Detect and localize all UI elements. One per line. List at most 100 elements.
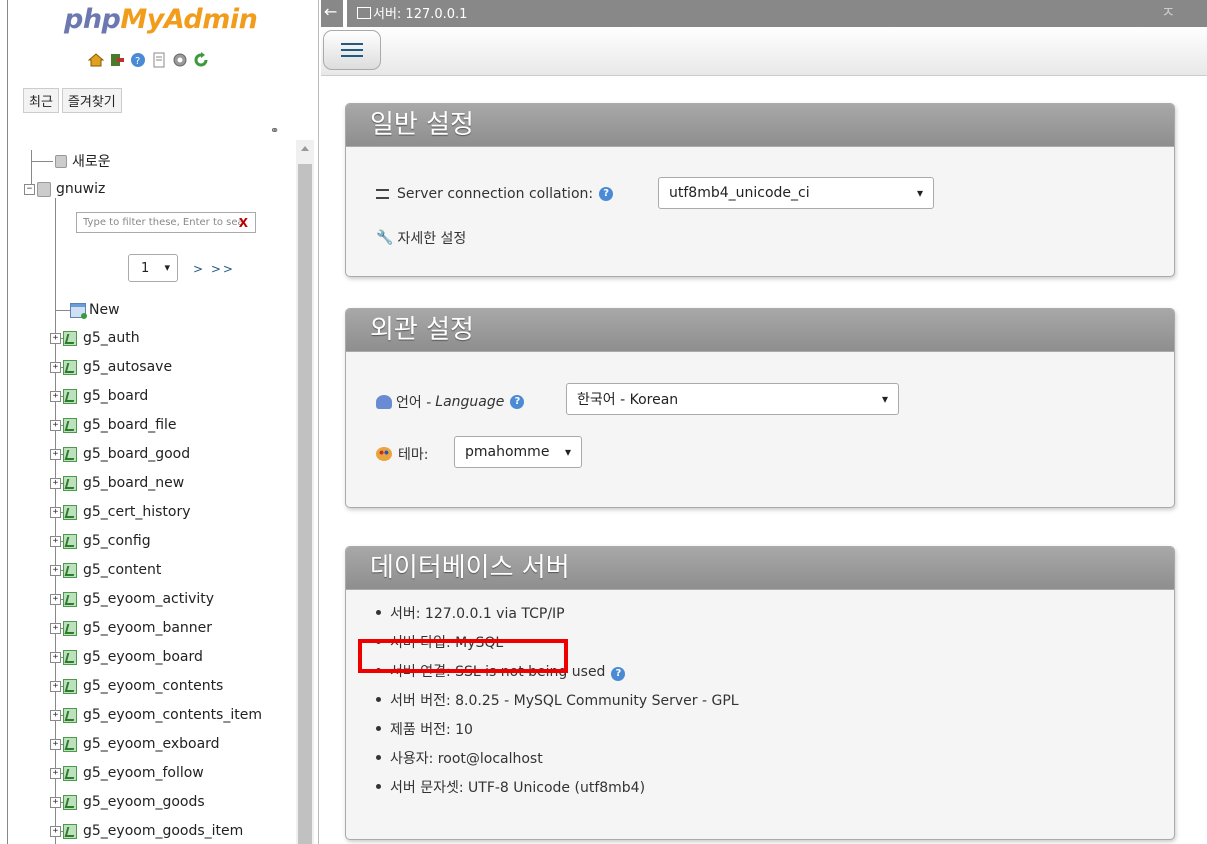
table-row[interactable]: + g5_eyoom_follow: [50, 762, 204, 784]
expand-icon[interactable]: +: [50, 390, 61, 402]
table-structure-icon[interactable]: [63, 533, 77, 549]
table-row[interactable]: + g5_eyoom_goods_item: [50, 820, 243, 842]
table-row[interactable]: + g5_autosave: [50, 356, 172, 378]
expand-icon[interactable]: +: [50, 651, 61, 663]
help-icon[interactable]: ?: [611, 667, 626, 681]
page-select[interactable]: 1 ▾: [128, 254, 178, 282]
table-name[interactable]: g5_eyoom_activity: [83, 591, 214, 607]
table-name[interactable]: g5_eyoom_contents: [83, 678, 223, 694]
expand-icon[interactable]: +: [50, 593, 61, 605]
next-page-links[interactable]: > >>: [193, 262, 235, 276]
table-name[interactable]: g5_eyoom_goods: [83, 794, 205, 810]
table-row[interactable]: + g5_eyoom_contents: [50, 675, 223, 697]
nav-scrollbar[interactable]: [296, 140, 314, 844]
scroll-up-icon[interactable]: [301, 146, 309, 151]
table-structure-icon[interactable]: [63, 823, 77, 839]
table-name[interactable]: g5_board_new: [83, 475, 184, 491]
expand-icon[interactable]: +: [50, 825, 61, 837]
table-name[interactable]: g5_eyoom_banner: [83, 620, 212, 636]
table-structure-icon[interactable]: [63, 359, 77, 375]
theme-select[interactable]: pmahomme ▾: [454, 436, 582, 468]
table-name[interactable]: g5_eyoom_follow: [83, 765, 204, 781]
tree-item-new-table[interactable]: New: [70, 299, 120, 321]
collapse-top-icon[interactable]: ㅈ: [1161, 1, 1175, 22]
expand-icon[interactable]: +: [50, 361, 61, 373]
table-row[interactable]: + g5_eyoom_contents_item: [50, 704, 262, 726]
favorite-tables-button[interactable]: 즐겨찾기: [61, 88, 122, 113]
expand-icon[interactable]: +: [50, 767, 61, 779]
collapse-icon[interactable]: −: [24, 183, 35, 195]
table-row[interactable]: + g5_board_new: [50, 472, 184, 494]
expand-icon[interactable]: +: [50, 448, 61, 460]
table-name[interactable]: g5_eyoom_exboard: [83, 736, 220, 752]
recent-tables-button[interactable]: 최근: [23, 88, 59, 113]
expand-icon[interactable]: +: [50, 738, 61, 750]
table-row[interactable]: + g5_eyoom_activity: [50, 588, 214, 610]
table-name[interactable]: g5_auth: [83, 330, 140, 346]
table-row[interactable]: + g5_board: [50, 385, 148, 407]
table-name[interactable]: g5_config: [83, 533, 151, 549]
table-row[interactable]: + g5_content: [50, 559, 161, 581]
table-name[interactable]: g5_autosave: [83, 359, 172, 375]
table-row[interactable]: + g5_cert_history: [50, 501, 191, 523]
back-arrow-icon[interactable]: ←: [324, 2, 337, 21]
more-settings-link[interactable]: 🔧 자세한 설정: [376, 228, 466, 248]
table-structure-icon[interactable]: [63, 736, 77, 752]
table-structure-icon[interactable]: [63, 765, 77, 781]
table-structure-icon[interactable]: [63, 562, 77, 578]
language-select[interactable]: 한국어 - Korean ▾: [566, 383, 899, 415]
docs-icon[interactable]: [151, 52, 167, 68]
hamburger-menu-button[interactable]: [323, 30, 381, 70]
home-icon[interactable]: [87, 52, 105, 68]
table-structure-icon[interactable]: [63, 591, 77, 607]
tree-item-new-database[interactable]: 새로운: [55, 150, 111, 172]
table-row[interactable]: + g5_eyoom_board: [50, 646, 203, 668]
table-structure-icon[interactable]: [63, 330, 77, 346]
table-name[interactable]: g5_eyoom_contents_item: [83, 707, 262, 723]
table-name[interactable]: g5_eyoom_board: [83, 649, 203, 665]
table-structure-icon[interactable]: [63, 794, 77, 810]
table-structure-icon[interactable]: [63, 504, 77, 520]
scrollbar-thumb[interactable]: [298, 164, 312, 844]
table-row[interactable]: + g5_auth: [50, 327, 140, 349]
phpmyadmin-logo[interactable]: phpMyAdmin: [64, 4, 258, 35]
expand-icon[interactable]: +: [50, 564, 61, 576]
table-structure-icon[interactable]: [63, 446, 77, 462]
table-name[interactable]: g5_content: [83, 562, 161, 578]
table-structure-icon[interactable]: [63, 475, 77, 491]
logout-icon[interactable]: [109, 52, 125, 68]
table-row[interactable]: + g5_eyoom_banner: [50, 617, 212, 639]
collation-select[interactable]: utf8mb4_unicode_ci ▾: [658, 177, 934, 209]
expand-icon[interactable]: +: [50, 796, 61, 808]
table-filter-input[interactable]: Type to filter these, Enter to search al…: [76, 212, 256, 233]
table-name[interactable]: g5_board: [83, 388, 148, 404]
table-structure-icon[interactable]: [63, 417, 77, 433]
help-icon[interactable]: ?: [599, 187, 614, 201]
help-icon[interactable]: ?: [510, 395, 525, 409]
table-name[interactable]: g5_board_good: [83, 446, 190, 462]
expand-icon[interactable]: +: [50, 506, 61, 518]
expand-icon[interactable]: +: [50, 680, 61, 692]
table-name[interactable]: g5_cert_history: [83, 504, 191, 520]
breadcrumb-server[interactable]: 서버: 127.0.0.1: [357, 3, 467, 22]
tree-item-database[interactable]: − gnuwiz: [24, 178, 105, 200]
table-structure-icon[interactable]: [63, 620, 77, 636]
expand-icon[interactable]: +: [50, 535, 61, 547]
help-icon[interactable]: ?: [130, 52, 146, 68]
expand-icon[interactable]: +: [50, 419, 61, 431]
table-name[interactable]: g5_eyoom_goods_item: [83, 823, 243, 839]
table-structure-icon[interactable]: [63, 388, 77, 404]
table-row[interactable]: + g5_eyoom_exboard: [50, 733, 220, 755]
settings-icon[interactable]: [172, 52, 188, 68]
table-name[interactable]: g5_board_file: [83, 417, 177, 433]
clear-filter-icon[interactable]: X: [239, 216, 248, 230]
table-structure-icon[interactable]: [63, 707, 77, 723]
table-structure-icon[interactable]: [63, 649, 77, 665]
expand-icon[interactable]: +: [50, 332, 61, 344]
table-structure-icon[interactable]: [63, 678, 77, 694]
table-row[interactable]: + g5_eyoom_goods: [50, 791, 205, 813]
expand-icon[interactable]: +: [50, 477, 61, 489]
reload-icon[interactable]: [193, 52, 209, 68]
table-row[interactable]: + g5_board_good: [50, 443, 190, 465]
table-row[interactable]: + g5_config: [50, 530, 151, 552]
